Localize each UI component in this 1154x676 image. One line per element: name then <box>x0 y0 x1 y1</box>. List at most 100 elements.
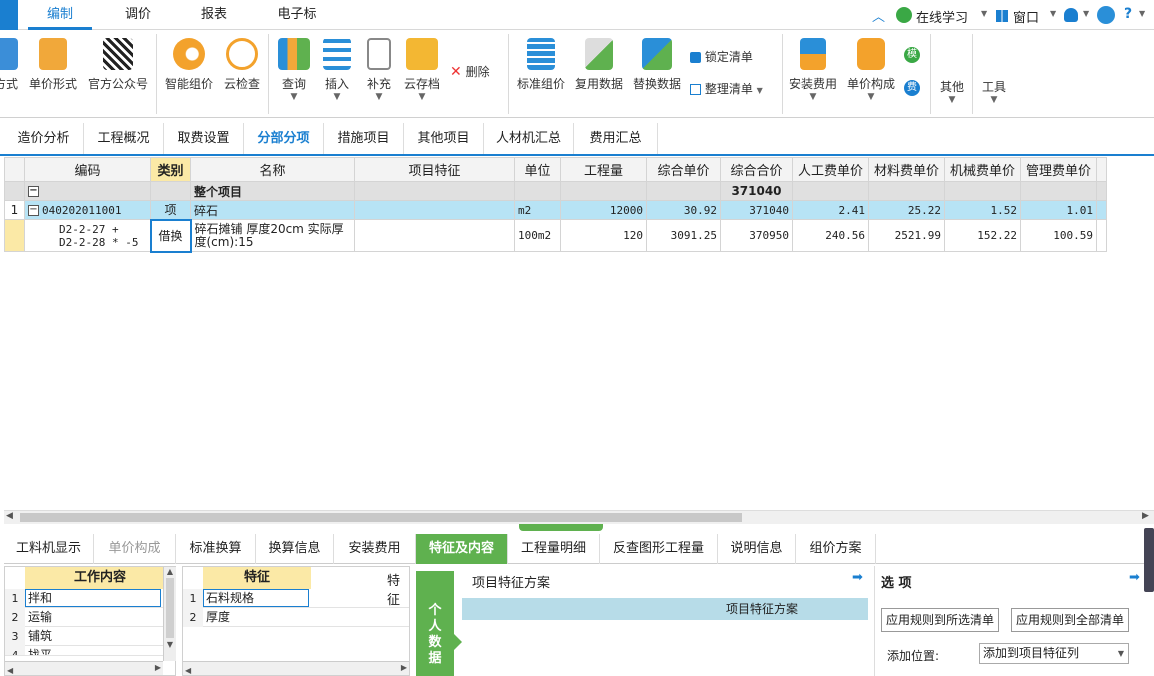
tab-pricing-scheme[interactable]: 组价方案 <box>796 534 876 564</box>
qty-cell[interactable]: 12000 <box>560 200 647 220</box>
assistant-icon[interactable] <box>1097 6 1115 24</box>
tools-button[interactable]: 工具 ▼ <box>976 78 1012 105</box>
unit-price-cell[interactable]: 3091.25 <box>646 219 721 252</box>
feature-cell[interactable] <box>354 219 515 252</box>
lock-list-button[interactable]: 锁定清单 <box>690 48 753 65</box>
tab-features-content[interactable]: 特征及内容 <box>416 534 508 564</box>
personal-data-tab[interactable]: 个人数据 <box>416 571 454 676</box>
user-icon[interactable] <box>1064 8 1078 22</box>
code-cell[interactable]: D2-2-27 + D2-2-28 * -5 <box>24 219 151 252</box>
tab-measures[interactable]: 措施项目 <box>324 123 404 154</box>
qty-cell[interactable]: 120 <box>560 219 647 252</box>
tab-project-overview[interactable]: 工程概况 <box>84 123 164 154</box>
code-cell[interactable]: −040202011001 <box>24 200 151 220</box>
header-material[interactable]: 材料费单价 <box>868 157 945 182</box>
replace-data-button[interactable]: 替换数据 <box>630 34 684 92</box>
header-code[interactable]: 编码 <box>24 157 151 182</box>
organize-list-button[interactable]: 整理清单 ▼ <box>690 80 763 97</box>
tab-sub-items[interactable]: 分部分项 <box>244 123 324 154</box>
tab-fee-settings[interactable]: 取费设置 <box>164 123 244 154</box>
scroll-thumb[interactable] <box>166 578 174 638</box>
official-account-button[interactable]: 官方公众号 <box>84 34 152 92</box>
other-button[interactable]: 其他 ▼ <box>934 78 970 105</box>
insert-dropdown-icon[interactable]: ▼ <box>318 92 356 102</box>
scroll-right-icon[interactable]: ▶ <box>155 663 161 672</box>
header-machine[interactable]: 机械费单价 <box>944 157 1021 182</box>
menu-tab-baobiao[interactable]: 报表 <box>184 0 244 30</box>
window-menu[interactable]: 窗口 <box>1013 7 1039 26</box>
other-dropdown-icon[interactable]: ▼ <box>934 95 970 105</box>
tab-cost-analysis[interactable]: 造价分析 <box>4 123 84 154</box>
unit-cell[interactable]: m2 <box>514 200 561 220</box>
add-position-select[interactable]: 添加到项目特征列 ▼ <box>979 643 1129 664</box>
scroll-right-icon[interactable]: ▶ <box>1142 511 1149 521</box>
online-learning-link[interactable]: 在线学习 <box>916 7 968 26</box>
horizontal-scrollbar[interactable]: ◀ ▶ <box>5 661 163 675</box>
dropdown-arrow-icon[interactable]: ▼ <box>1139 9 1145 18</box>
tab-labor-material-display[interactable]: 工料机显示 <box>4 534 94 564</box>
horizontal-scrollbar[interactable]: ◀ ▶ <box>183 661 409 675</box>
table-row-total[interactable]: − 整个项目 371040 <box>4 181 1107 201</box>
menu-tab-bianzhi[interactable]: 编制 <box>28 0 92 30</box>
tab-quantity-detail[interactable]: 工程量明细 <box>508 534 600 564</box>
header-quantity[interactable]: 工程量 <box>560 157 647 182</box>
cloud-check-button[interactable]: 云检查 <box>220 34 264 92</box>
category-cell[interactable]: 借换 <box>149 218 192 253</box>
apply-rule-all-button[interactable]: 应用规则到全部清单 <box>1011 608 1129 632</box>
header-mgmt[interactable]: 管理费单价 <box>1020 157 1097 182</box>
options-expand-arrow-icon[interactable]: ➡ <box>1129 570 1140 585</box>
tools-dropdown-icon[interactable]: ▼ <box>976 95 1012 105</box>
header-name[interactable]: 名称 <box>190 157 355 182</box>
list-item[interactable]: 1 石料规格 <box>183 589 409 608</box>
help-icon[interactable]: ? <box>1124 6 1132 22</box>
menu-tab-dianzibiao[interactable]: 电子标 <box>262 0 332 30</box>
cloud-archive-dropdown-icon[interactable]: ▼ <box>402 92 442 102</box>
splitter-handle[interactable] <box>519 524 603 531</box>
tab-conversion-info[interactable]: 换算信息 <box>256 534 334 564</box>
header-labor[interactable]: 人工费单价 <box>792 157 869 182</box>
composition-dropdown-icon[interactable]: ▼ <box>844 92 898 102</box>
insert-button[interactable]: 插入 ▼ <box>318 34 356 102</box>
dropdown-arrow-icon[interactable]: ▼ <box>1083 9 1089 18</box>
unit-price-cell[interactable]: 30.92 <box>646 200 721 220</box>
select-dropdown-icon[interactable]: ▼ <box>1118 644 1124 663</box>
install-cost-dropdown-icon[interactable]: ▼ <box>786 92 840 102</box>
query-dropdown-icon[interactable]: ▼ <box>274 92 314 102</box>
header-unit-price[interactable]: 综合单价 <box>646 157 721 182</box>
unit-price-form-button[interactable]: 单价形式 <box>26 34 80 92</box>
smart-pricing-button[interactable]: 智能组价 <box>162 34 216 92</box>
collapse-cell[interactable]: − <box>24 181 151 201</box>
tab-labor-material-summary[interactable]: 人材机汇总 <box>484 123 574 154</box>
tab-standard-conversion[interactable]: 标准换算 <box>176 534 256 564</box>
tab-description[interactable]: 说明信息 <box>718 534 796 564</box>
header-total-price[interactable]: 综合合价 <box>720 157 793 182</box>
collapse-minus-icon[interactable]: − <box>28 186 39 197</box>
scroll-left-icon[interactable]: ◀ <box>183 666 191 675</box>
list-item[interactable]: 4 找平 <box>5 646 175 656</box>
scroll-down-icon[interactable]: ▼ <box>164 640 176 649</box>
tab-reverse-graph-quantity[interactable]: 反查图形工程量 <box>600 534 718 564</box>
menu-tab-tiaojia[interactable]: 调价 <box>108 0 168 30</box>
list-item[interactable]: 2 运输 <box>5 608 175 627</box>
name-cell[interactable]: 整个项目 <box>190 181 355 201</box>
dropdown-arrow-icon[interactable]: ▼ <box>981 9 987 18</box>
scroll-up-icon[interactable]: ▲ <box>164 567 176 576</box>
scroll-thumb[interactable] <box>20 513 742 522</box>
tab-cost-summary[interactable]: 费用汇总 <box>574 123 658 154</box>
dropdown-arrow-icon[interactable]: ▼ <box>1050 9 1056 18</box>
query-button[interactable]: 查询 ▼ <box>274 34 314 102</box>
category-cell[interactable]: 项 <box>150 200 191 220</box>
vertical-scrollbar[interactable]: ▲ ▼ <box>163 567 176 661</box>
supplement-button[interactable]: 补充 ▼ <box>360 34 398 102</box>
table-row-item[interactable]: 1 −040202011001 项 碎石 m2 12000 30.92 3710… <box>4 200 1107 220</box>
apply-rule-selected-button[interactable]: 应用规则到所选清单 <box>881 608 999 632</box>
scroll-right-icon[interactable]: ▶ <box>401 663 407 672</box>
template-badge-icon[interactable]: 模 <box>904 47 920 63</box>
standard-pricing-button[interactable]: 标准组价 <box>514 34 568 92</box>
list-item[interactable]: 2 厚度 <box>183 608 409 627</box>
cloud-archive-button[interactable]: 云存档 ▼ <box>402 34 442 102</box>
unit-price-composition-button[interactable]: 单价构成 ▼ <box>844 34 898 102</box>
organize-dropdown-icon[interactable]: ▼ <box>757 86 763 95</box>
supplement-dropdown-icon[interactable]: ▼ <box>360 92 398 102</box>
mode-button[interactable]: 方式 <box>0 34 20 92</box>
